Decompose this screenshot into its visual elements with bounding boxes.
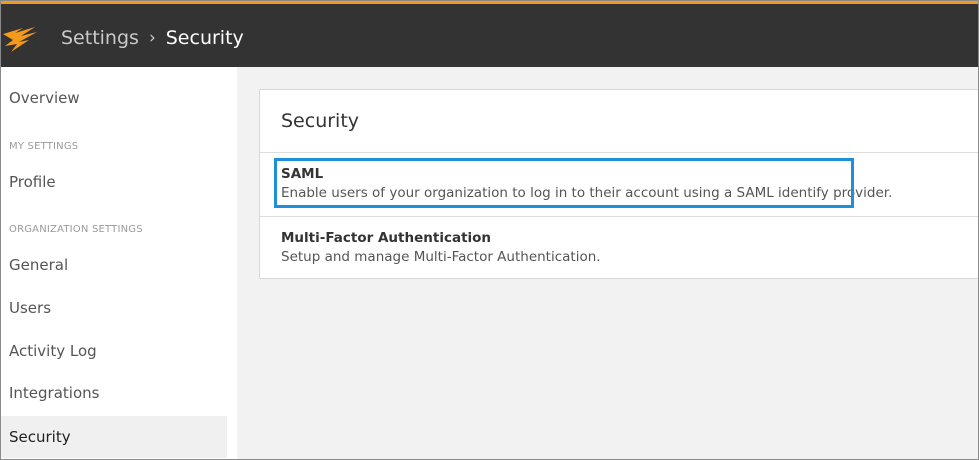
sidebar-item-profile[interactable]: Profile <box>1 161 227 203</box>
breadcrumb: Settings › Security <box>61 24 244 52</box>
sidebar-item-security[interactable]: Security <box>1 416 227 458</box>
row-title[interactable]: Multi-Factor Authentication <box>281 230 491 246</box>
security-card: Security SAML Enable users of your organ… <box>259 89 978 279</box>
breadcrumb-security: Security <box>165 27 244 49</box>
sidebar-section-organization-settings: ORGANIZATION SETTINGS <box>9 224 143 235</box>
page-title: Security <box>281 110 360 132</box>
sidebar-item-activity-log[interactable]: Activity Log <box>1 330 227 372</box>
breadcrumb-settings[interactable]: Settings <box>61 27 139 49</box>
saml-highlight-box <box>274 158 854 208</box>
sidebar-item-users[interactable]: Users <box>1 287 227 329</box>
sidebar-item-overview[interactable]: Overview <box>1 77 227 119</box>
main-content: Security SAML Enable users of your organ… <box>237 67 978 459</box>
sidebar-item-integrations[interactable]: Integrations <box>1 372 227 414</box>
app-window: Settings › Security Overview MY SETTINGS… <box>0 0 979 460</box>
sidebar-item-general[interactable]: General <box>1 244 227 286</box>
sidebar: Overview MY SETTINGS Profile ORGANIZATIO… <box>1 67 237 459</box>
flame-logo-icon[interactable] <box>1 22 41 54</box>
row-description: Setup and manage Multi-Factor Authentica… <box>281 249 601 265</box>
settings-row-mfa[interactable]: Multi-Factor Authentication Setup and ma… <box>260 216 978 276</box>
chevron-right-icon: › <box>148 28 156 48</box>
sidebar-section-my-settings: MY SETTINGS <box>9 141 79 152</box>
top-bar: Settings › Security <box>1 1 978 67</box>
